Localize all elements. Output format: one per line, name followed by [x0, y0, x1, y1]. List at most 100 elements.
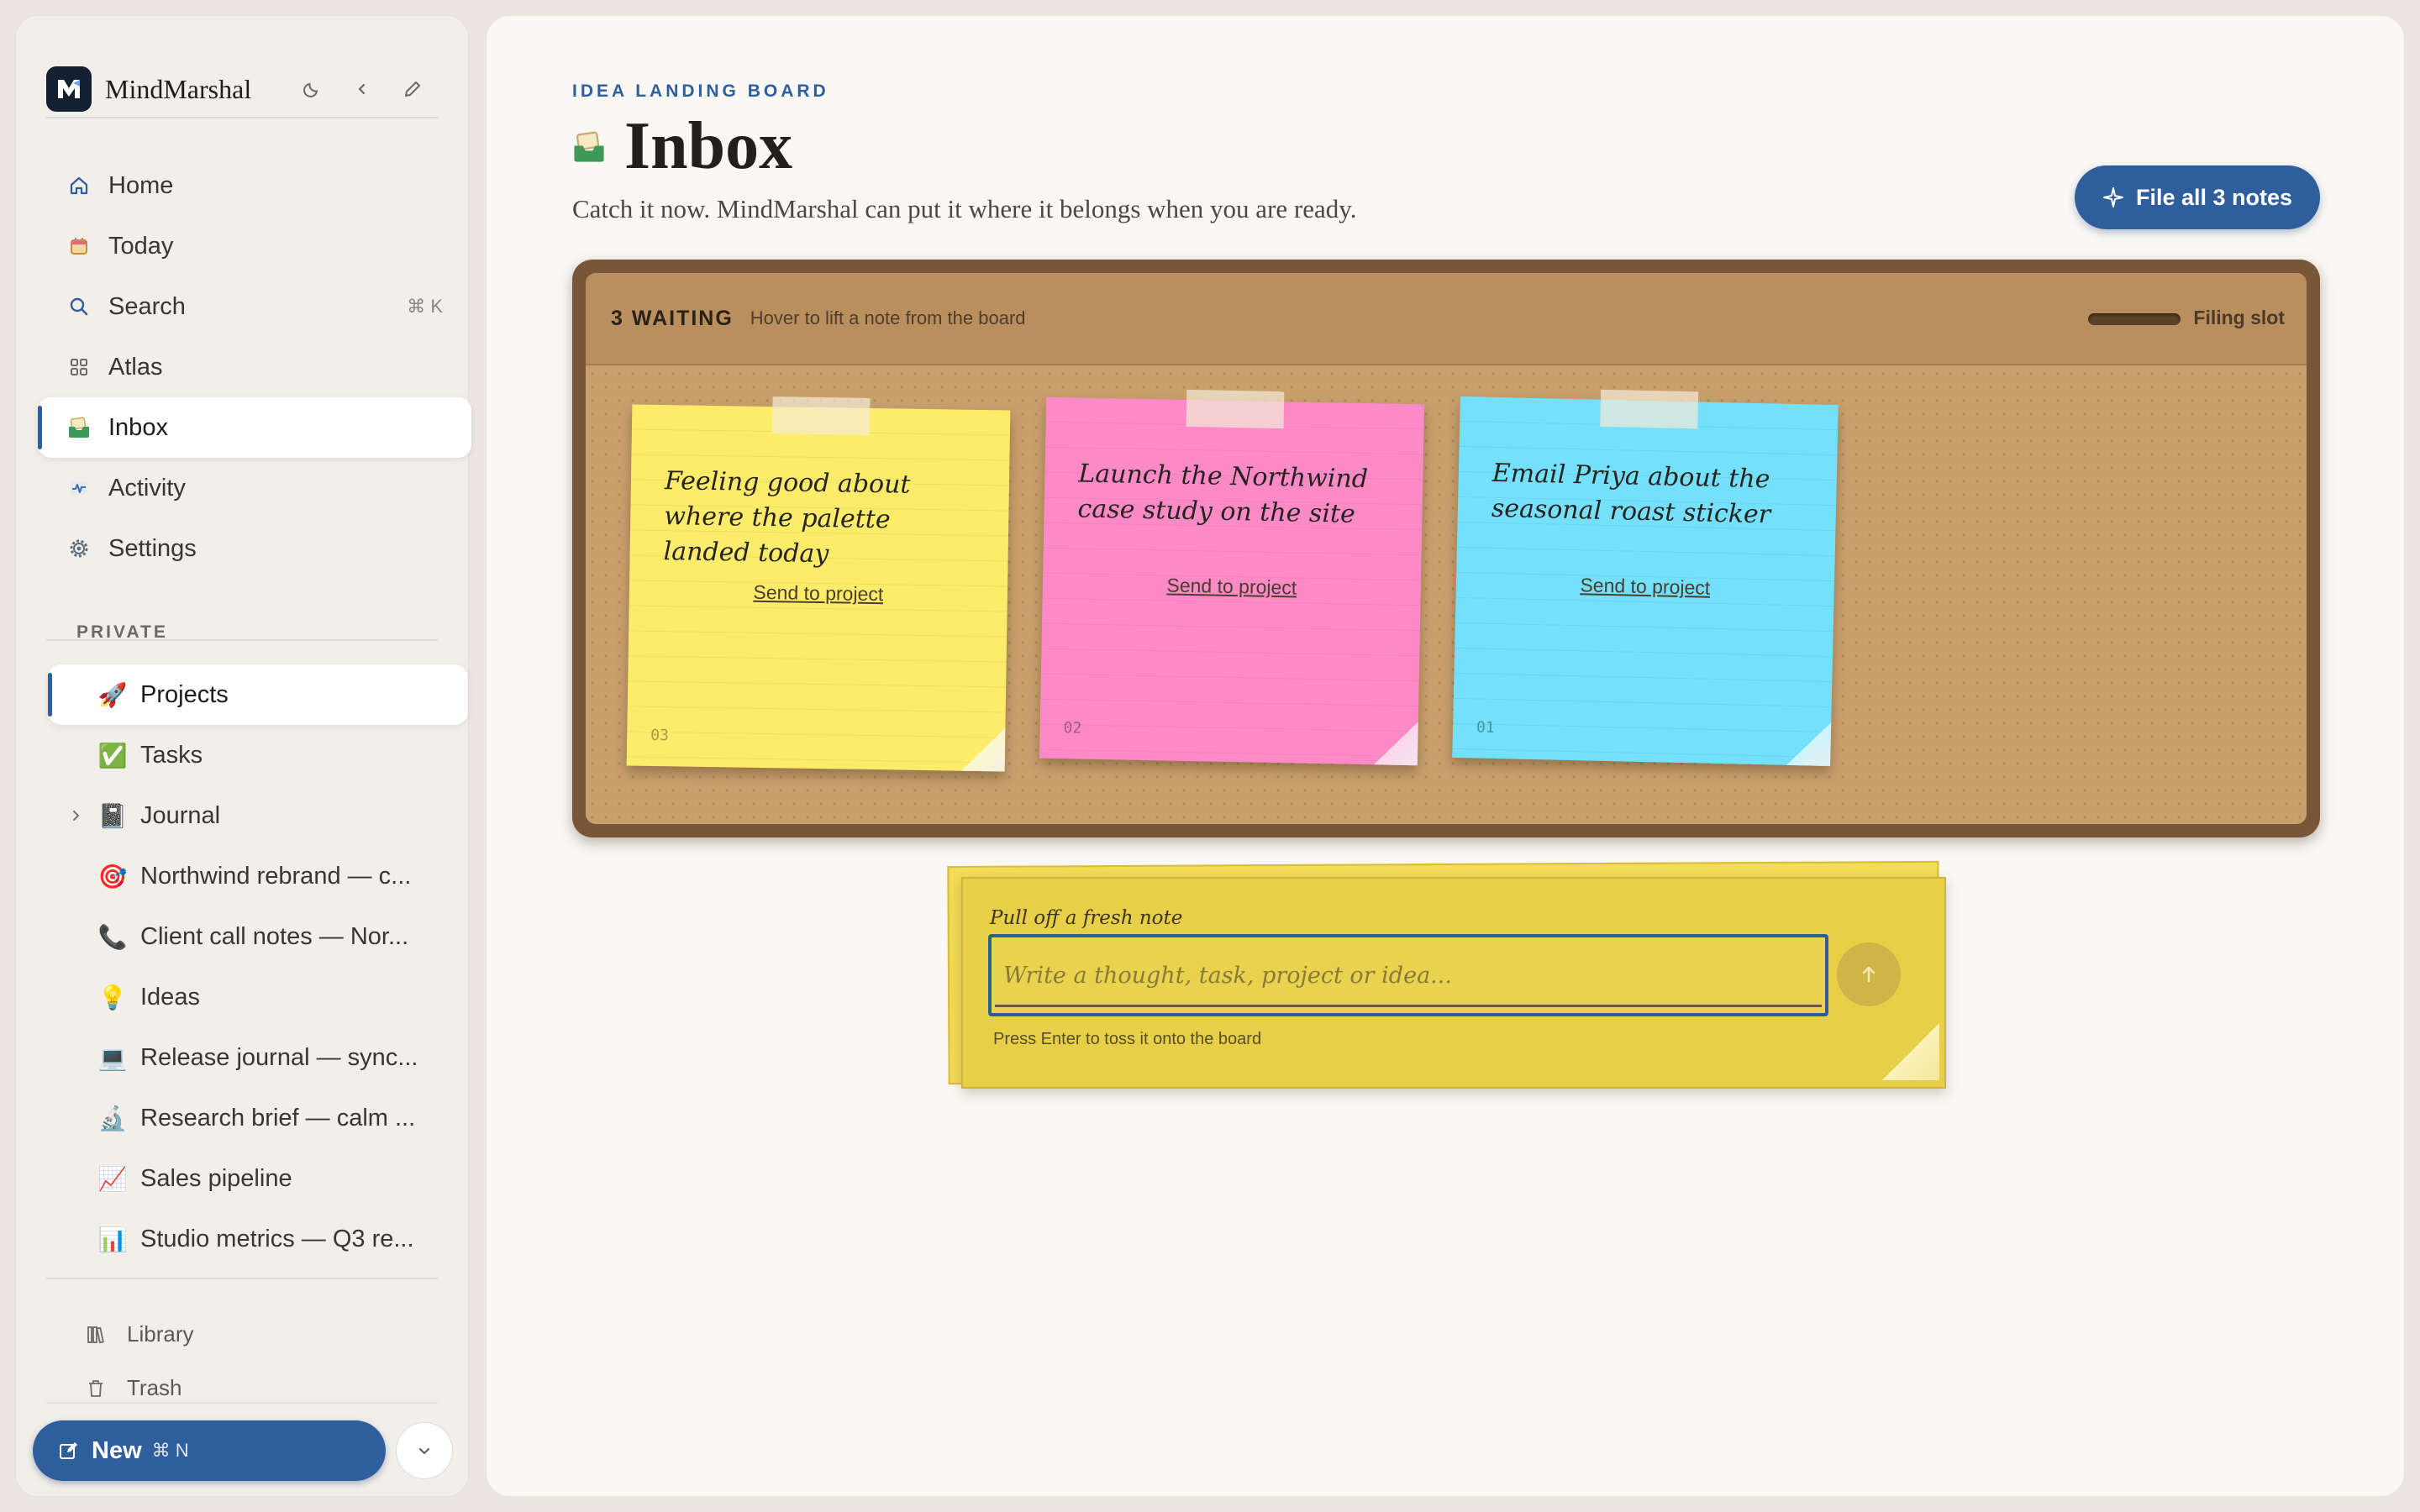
note-number: 03 [650, 726, 670, 745]
chevron-down-icon [419, 1448, 429, 1455]
page-title-row: Inbox [571, 108, 792, 185]
rocket-icon: 🚀 [97, 680, 128, 709]
note-text: Feeling good about where the palette lan… [663, 466, 911, 570]
footer-label: Trash [127, 1375, 182, 1400]
page-item-client-call-notes[interactable]: 📞 Client call notes — Nor... [48, 906, 468, 967]
page-label: Journal [140, 801, 221, 829]
page-item-sales-pipeline[interactable]: 📈 Sales pipeline [48, 1148, 468, 1209]
library-icon [83, 1322, 108, 1347]
page-curl [1882, 1023, 1939, 1080]
nav-label: Home [108, 171, 174, 199]
compose-button[interactable] [387, 64, 438, 114]
sticky-note[interactable]: Email Priya about the seasonal roast sti… [1452, 389, 1839, 767]
page-curl [960, 727, 1006, 772]
main-content: IDEA LANDING BOARD Inbox Catch it now. M… [486, 15, 2405, 1497]
tape [771, 396, 871, 435]
notebook-icon: 📓 [97, 801, 128, 830]
target-icon: 🎯 [97, 862, 128, 890]
page-curl [1786, 721, 1832, 767]
nav-label: Today [108, 232, 174, 260]
divider [46, 1402, 438, 1404]
checkmark-icon: ✅ [97, 741, 128, 769]
nav-label: Inbox [108, 413, 168, 441]
nav-item-inbox[interactable]: Inbox [38, 397, 471, 458]
library-link[interactable]: Library [83, 1321, 193, 1347]
page-item-release-journal[interactable]: 💻 Release journal — sync... [48, 1027, 468, 1088]
page-item-northwind-rebrand[interactable]: 🎯 Northwind rebrand — c... [48, 846, 468, 906]
sticky-note[interactable]: Launch the Northwind case study on the s… [1039, 389, 1425, 766]
note-number: 02 [1063, 719, 1082, 738]
send-to-project-link[interactable]: Send to project [629, 579, 1007, 607]
page-item-ideas[interactable]: 💡 Ideas [48, 967, 468, 1027]
shortcut-hint: ⌘ K [407, 296, 443, 317]
send-to-project-link[interactable]: Send to project [1456, 571, 1834, 602]
footer-label: Library [127, 1321, 194, 1347]
moon-icon [303, 82, 318, 97]
tape [1186, 389, 1285, 429]
note-text: Email Priya about the seasonal roast sti… [1491, 458, 1771, 530]
board-header: 3 WAITING Hover to lift a note from the … [586, 273, 2307, 365]
page-label: Sales pipeline [140, 1164, 292, 1192]
nav-label: Atlas [108, 353, 163, 381]
gear-icon [66, 536, 92, 561]
page-label: Release journal — sync... [140, 1043, 418, 1071]
file-all-notes-button[interactable]: File all 3 notes [2075, 165, 2320, 229]
collapse-sidebar-button[interactable] [337, 64, 387, 114]
nav-item-search[interactable]: Search ⌘ K [38, 276, 471, 337]
composer-label: Pull off a fresh note [990, 907, 1183, 929]
bar-chart-icon: 📊 [97, 1225, 128, 1253]
app-name: MindMarshal [105, 73, 252, 104]
app-logo [46, 66, 92, 112]
new-button[interactable]: New ⌘ N [33, 1420, 386, 1481]
nav-label: Search [108, 292, 186, 320]
filing-slot[interactable] [2088, 313, 2181, 325]
file-all-label: File all 3 notes [2135, 184, 2293, 210]
waiting-count: 3 WAITING [611, 306, 734, 330]
input-underline [995, 1005, 1822, 1007]
page-item-projects[interactable]: 🚀 Projects [48, 664, 468, 725]
inbox-tray-icon [66, 415, 92, 440]
filing-slot-label: Filing slot [2193, 307, 2285, 328]
divider [46, 117, 438, 118]
new-options-button[interactable] [396, 1422, 453, 1479]
page-eyebrow: IDEA LANDING BOARD [572, 81, 829, 101]
page-item-studio-metrics[interactable]: 📊 Studio metrics — Q3 re... [48, 1209, 468, 1269]
nav-label: Activity [108, 474, 186, 501]
page-item-journal[interactable]: 📓 Journal [48, 785, 468, 846]
nav-item-settings[interactable]: Settings [38, 518, 471, 579]
page-curl [1373, 721, 1418, 766]
divider [46, 639, 438, 641]
page-label: Tasks [140, 741, 203, 769]
theme-toggle-button[interactable] [287, 64, 337, 114]
page-label: Projects [140, 680, 229, 708]
page-label: Research brief — calm ... [140, 1104, 416, 1131]
composer-hint: Press Enter to toss it onto the board [993, 1030, 1262, 1048]
nav-item-atlas[interactable]: Atlas [38, 337, 471, 397]
sparkle-icon [2102, 186, 2124, 208]
trash-link[interactable]: Trash [83, 1375, 182, 1401]
cork-surface: 3 WAITING Hover to lift a note from the … [586, 273, 2307, 824]
chevron-right-icon[interactable] [63, 809, 88, 822]
nav-item-activity[interactable]: Activity [38, 458, 471, 518]
nav-item-today[interactable]: Today [38, 216, 471, 276]
new-button-label: New [92, 1436, 142, 1464]
send-to-project-link[interactable]: Send to project [1043, 572, 1421, 602]
sticky-note[interactable]: Feeling good about where the palette lan… [626, 396, 1011, 772]
activity-icon [66, 475, 92, 501]
board-hint: Hover to lift a note from the board [750, 307, 1026, 328]
page-item-tasks[interactable]: ✅ Tasks [48, 725, 468, 785]
page-subtitle: Catch it now. MindMarshal can put it whe… [572, 194, 1357, 223]
calendar-icon [66, 234, 92, 259]
chevron-left-icon [358, 83, 366, 95]
tape [1600, 389, 1699, 429]
cork-board: 3 WAITING Hover to lift a note from the … [572, 260, 2320, 837]
page-label: Studio metrics — Q3 re... [140, 1225, 414, 1252]
laptop-icon: 💻 [97, 1043, 128, 1072]
nav-label: Settings [108, 534, 197, 562]
search-icon [66, 294, 92, 319]
submit-note-button[interactable] [1837, 942, 1901, 1006]
page-item-research-brief[interactable]: 🔬 Research brief — calm ... [48, 1088, 468, 1148]
fresh-note-composer: Pull off a fresh note Press Enter to tos… [961, 877, 1946, 1089]
nav-item-home[interactable]: Home [38, 155, 471, 216]
page-label: Client call notes — Nor... [140, 922, 409, 950]
